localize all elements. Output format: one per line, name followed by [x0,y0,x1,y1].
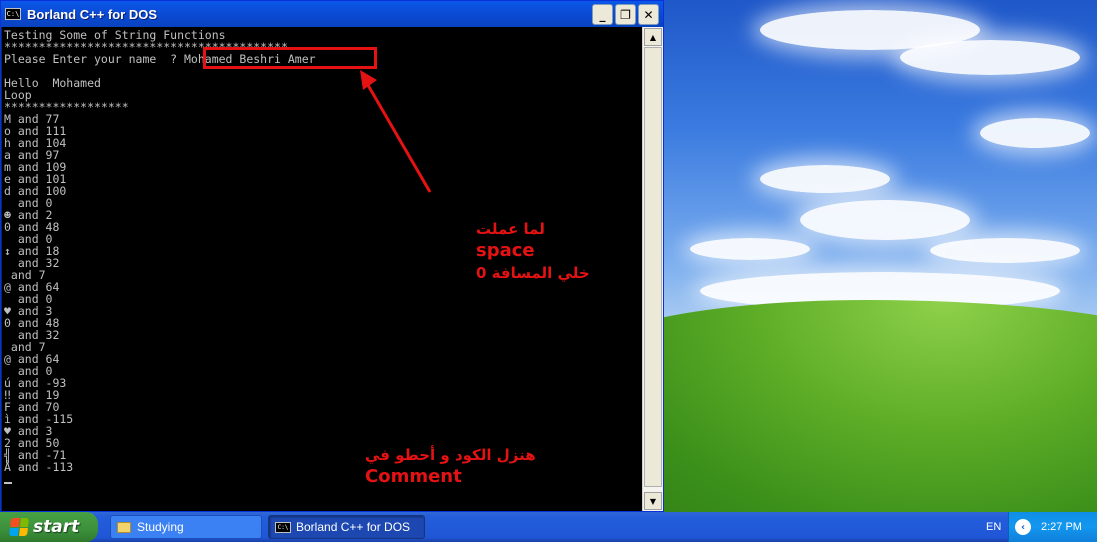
text-cursor [4,482,12,484]
annotation-line: هنزل الكود و أحطو في [365,446,536,464]
cloud [760,165,890,193]
cloud [930,238,1080,263]
system-tray: ‹ 2:27 PM [1008,512,1097,542]
show-hidden-icons-icon[interactable]: ‹ [1015,519,1031,535]
language-indicator[interactable]: EN [986,521,1001,533]
taskbar-item-studying[interactable]: Studying [110,515,262,539]
start-button[interactable]: start [0,512,98,542]
taskbar-item-borland[interactable]: C:\ Borland C++ for DOS [268,515,425,539]
scroll-thumb[interactable] [644,47,662,487]
restore-button[interactable]: ❐ [615,4,636,25]
cloud [980,118,1090,148]
console-app-icon: C:\ [275,521,291,533]
start-label: start [33,517,80,537]
taskbar-item-label: Studying [137,520,184,534]
red-arrow-icon [360,70,432,193]
name-highlight-box [203,47,377,69]
scroll-up-button[interactable]: ▲ [644,28,662,46]
folder-icon [117,521,131,533]
annotation-line: space [476,240,535,261]
console-line: Å and -113 [4,460,74,474]
annotation-line: خلي المسافة 0 [476,264,590,282]
minimize-button[interactable]: _ [592,4,613,25]
annotation-bottom: هنزل الكود و أحطو في Comment [365,444,536,488]
taskbar-item-label: Borland C++ for DOS [296,520,411,534]
scroll-down-button[interactable]: ▼ [644,492,662,510]
annotation-line: Comment [365,466,462,487]
cloud [900,40,1080,75]
title-bar[interactable]: C:\ Borland C++ for DOS _ ❐ ✕ [1,1,663,27]
clock[interactable]: 2:27 PM [1041,521,1082,533]
cloud [690,238,810,260]
cloud [800,200,970,240]
taskbar: start Studying C:\ Borland C++ for DOS E… [0,512,1097,542]
window-controls: _ ❐ ✕ [592,4,659,25]
close-button[interactable]: ✕ [638,4,659,25]
annotation-top: لما عملت space خلي المسافة 0 [476,218,590,284]
window-title: Borland C++ for DOS [27,6,158,22]
vertical-scrollbar[interactable]: ▲ ▼ [642,27,663,511]
annotation-line: لما عملت [476,220,545,238]
windows-logo-icon [9,518,29,536]
console-app-icon[interactable]: C:\ [5,8,21,20]
